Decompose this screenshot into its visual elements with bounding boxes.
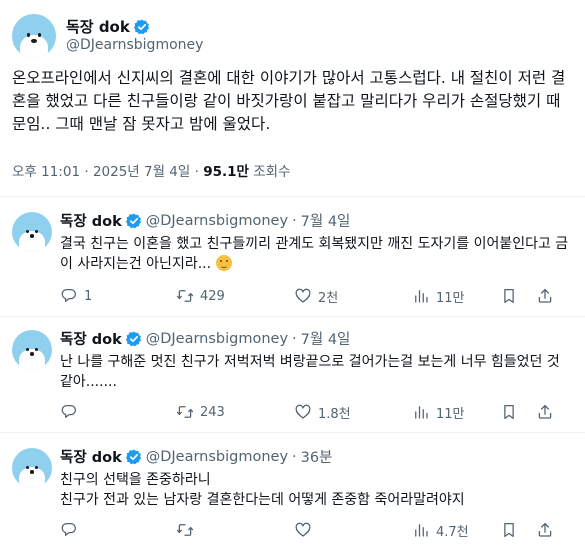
repost-button[interactable] <box>176 520 200 540</box>
reply-author-name[interactable]: 독장 dok <box>60 446 122 467</box>
reply-icon <box>61 404 77 418</box>
bookmark-button[interactable] <box>500 520 518 540</box>
verified-badge-icon <box>133 19 150 36</box>
reply-icon <box>61 522 77 536</box>
bookmark-icon <box>504 522 514 538</box>
pleading-face-emoji-icon <box>215 255 232 271</box>
main-post-meta: 오후 11:01 · 2025년 7월 4일 · 95.1만 조회수 <box>12 164 291 180</box>
divider <box>0 432 585 433</box>
bookmark-button[interactable] <box>500 402 518 422</box>
like-icon <box>295 404 311 419</box>
avatar[interactable] <box>12 212 52 252</box>
verified-badge-icon <box>125 212 142 229</box>
views-count: 95.1만 <box>203 164 249 180</box>
verified-badge-icon <box>125 330 142 347</box>
author-display-name[interactable]: 독장 dok <box>66 18 203 37</box>
reply-actions-2: 243 1.8천 11만 <box>60 402 575 422</box>
repost-icon <box>176 406 194 418</box>
avatar[interactable] <box>12 330 52 370</box>
reply-time[interactable]: 7월 4일 <box>301 210 351 231</box>
bookmark-icon <box>504 288 514 304</box>
reply-author-handle[interactable]: @DJearnsbigmoney <box>146 331 288 347</box>
reply-button[interactable] <box>60 520 84 540</box>
reply-author-handle[interactable]: @DJearnsbigmoney <box>146 449 288 465</box>
post-time[interactable]: 오후 11:01 <box>12 164 80 180</box>
reply-header: 독장 dok @DJearnsbigmoney · 7월 4일 <box>60 328 575 349</box>
reply-text: 결국 친구는 이혼을 했고 친구들끼리 관계도 회복됐지만 깨진 도자기를 이어… <box>60 236 569 272</box>
author-handle[interactable]: @DJearnsbigmoney <box>66 37 203 55</box>
share-button[interactable] <box>536 520 554 540</box>
views-button[interactable]: 11만 <box>412 286 465 306</box>
repost-button[interactable]: 243 <box>176 402 225 422</box>
share-button[interactable] <box>536 402 554 422</box>
reply-header: 독장 dok @DJearnsbigmoney · 36분 <box>60 446 575 467</box>
views-icon <box>415 290 428 303</box>
reply-button[interactable] <box>60 402 84 422</box>
like-button[interactable] <box>294 520 318 540</box>
bookmark-button[interactable] <box>500 286 518 306</box>
repost-icon <box>176 524 194 536</box>
reply-body: 독장 dok @DJearnsbigmoney · 7월 4일 결국 친구는 이… <box>60 210 575 274</box>
views-button[interactable]: 11만 <box>412 402 465 422</box>
reply-header: 독장 dok @DJearnsbigmoney · 7월 4일 <box>60 210 575 231</box>
bookmark-icon <box>504 404 514 420</box>
views-icon <box>415 406 428 419</box>
reply-text: 친구의 선택을 존중하라니 친구가 전과 있는 남자랑 결혼한다는데 어떻게 존… <box>60 472 465 508</box>
reply-icon <box>61 288 77 302</box>
like-button[interactable]: 1.8천 <box>294 402 351 422</box>
reply-actions-3: 4.7천 <box>60 520 575 540</box>
reply-body: 독장 dok @DJearnsbigmoney · 36분 친구의 선택을 존중… <box>60 446 575 510</box>
author-names: 독장 dok @DJearnsbigmoney <box>66 18 203 54</box>
reply-body: 독장 dok @DJearnsbigmoney · 7월 4일 난 나를 구해준… <box>60 328 575 392</box>
share-icon <box>538 404 552 419</box>
avatar[interactable] <box>12 14 56 58</box>
repost-button[interactable]: 429 <box>176 286 225 306</box>
like-icon <box>295 288 311 303</box>
divider <box>0 196 585 197</box>
divider <box>0 316 585 317</box>
avatar[interactable] <box>12 448 52 488</box>
views-button[interactable]: 4.7천 <box>412 520 469 540</box>
main-post: 독장 dok @DJearnsbigmoney <box>12 14 573 58</box>
verified-badge-icon <box>125 448 142 465</box>
main-post-text: 온오프라인에서 신지씨의 결혼에 대한 이야기가 많아서 고통스럽다. 내 절친… <box>12 69 566 133</box>
reply-author-name[interactable]: 독장 dok <box>60 210 122 231</box>
main-post-header: 독장 dok @DJearnsbigmoney <box>12 14 573 58</box>
like-icon <box>295 522 311 537</box>
reply-actions-1: 1 429 2천 11만 <box>60 286 575 306</box>
reply-text: 난 나를 구해준 멋진 친구가 저벅저벅 벼랑끝으로 걸어가는걸 보는게 너무 … <box>60 354 560 390</box>
post-date[interactable]: 2025년 7월 4일 <box>93 164 190 180</box>
views-icon <box>415 524 428 537</box>
repost-icon <box>176 290 194 302</box>
reply-author-name[interactable]: 독장 dok <box>60 328 122 349</box>
reply-time[interactable]: 36분 <box>301 446 333 467</box>
share-button[interactable] <box>536 286 554 306</box>
reply-time[interactable]: 7월 4일 <box>301 328 351 349</box>
reply-author-handle[interactable]: @DJearnsbigmoney <box>146 213 288 229</box>
views-label: 조회수 <box>253 164 291 180</box>
reply-button[interactable]: 1 <box>60 286 92 306</box>
like-button[interactable]: 2천 <box>294 286 338 306</box>
share-icon <box>538 522 552 537</box>
share-icon <box>538 288 552 303</box>
